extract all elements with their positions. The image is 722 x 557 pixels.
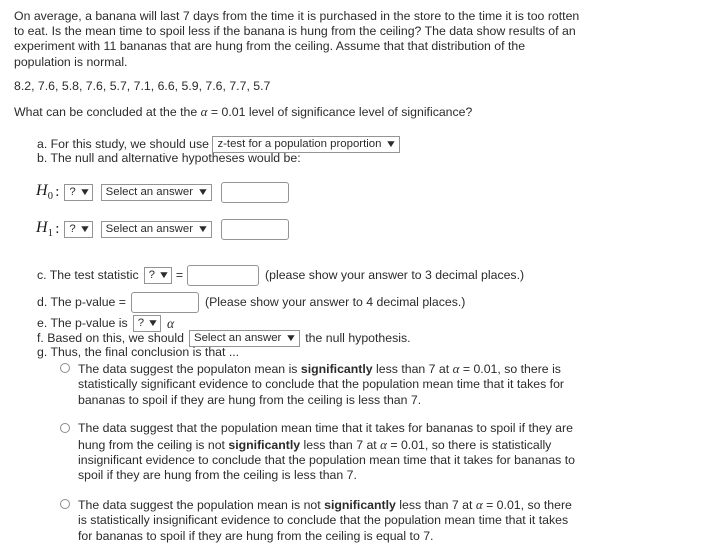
option-1-part1: The data suggest the populaton mean is (78, 362, 301, 376)
conclusion-option-3-text: The data suggest the population mean is … (78, 497, 580, 544)
alternative-hypothesis-parameter-value: ? (69, 223, 76, 235)
chevron-down-icon: ▼ (78, 187, 91, 198)
item-b-label: b. The null and alternative hypotheses w… (37, 151, 301, 165)
item-g: g. Thus, the final conclusion is that ..… (37, 345, 239, 361)
question-suffix: = 0.01 level of significance level of si… (207, 105, 473, 119)
item-f-label-after: the null hypothesis. (305, 330, 411, 345)
option-3-part1: The data suggest the population mean is … (78, 497, 325, 512)
null-hypothesis-row: H0 : ? ▼ Select an answer ▼ (36, 182, 289, 203)
p-value-input[interactable] (130, 292, 199, 313)
option-1-part2: less than 7 at (372, 362, 453, 376)
null-hypothesis-answer-select[interactable]: Select an answer ▼ (100, 184, 212, 201)
p-value-note: (Please show your answer to 4 decimal pl… (204, 294, 466, 309)
test-statistic-parameter-select[interactable]: ? ▼ (143, 267, 172, 284)
question-prefix: What can be concluded at the the (14, 105, 201, 119)
null-hypothesis-colon: : (55, 184, 60, 200)
chevron-down-icon: ▼ (385, 139, 398, 150)
item-d-label: d. The p-value = (37, 294, 126, 309)
test-statistic-input[interactable] (187, 265, 260, 286)
chevron-down-icon: ▼ (196, 187, 210, 198)
decision-select-value: Select an answer (193, 332, 282, 344)
option-2-part2: less than 7 at (300, 437, 381, 452)
null-hypothesis-answer-value: Select an answer (105, 186, 194, 198)
problem-statement: On average, a banana will last 7 days fr… (14, 9, 580, 69)
option-2-emphasis: significantly (228, 437, 301, 452)
conclusion-option-1[interactable]: The data suggest the populaton mean is s… (60, 361, 580, 408)
test-statistic-equals: = (175, 267, 184, 282)
radio-icon[interactable] (60, 363, 70, 373)
alternative-hypothesis-answer-value: Select an answer (105, 223, 194, 235)
h-subscript: 1 (47, 228, 54, 240)
chevron-down-icon: ▼ (285, 333, 298, 344)
item-g-label: g. Thus, the final conclusion is that ..… (37, 345, 240, 359)
conclusion-option-3[interactable]: The data suggest the population mean is … (60, 497, 580, 544)
alternative-hypothesis-row: H1 : ? ▼ Select an answer ▼ (36, 219, 289, 240)
significance-question: What can be concluded at the the α = 0.0… (14, 104, 472, 120)
alternative-hypothesis-colon: : (55, 221, 60, 237)
item-b: b. The null and alternative hypotheses w… (37, 151, 301, 167)
null-hypothesis-parameter-value: ? (69, 186, 76, 198)
data-values: 8.2, 7.6, 5.8, 7.6, 5.7, 7.1, 6.6, 5.9, … (14, 79, 271, 93)
chevron-down-icon: ▼ (78, 224, 91, 235)
option-3-part2: less than 7 at (395, 497, 476, 512)
chevron-down-icon: ▼ (196, 224, 210, 235)
h-subscript: 0 (47, 191, 54, 203)
alpha-symbol: α (166, 315, 175, 331)
problem-page: On average, a banana will last 7 days fr… (0, 0, 722, 546)
test-statistic-parameter-value: ? (148, 269, 155, 281)
alternative-hypothesis-parameter-select[interactable]: ? ▼ (64, 221, 93, 238)
item-e-label: e. The p-value is (37, 315, 128, 330)
test-statistic-note: (please show your answer to 3 decimal pl… (265, 267, 525, 282)
null-hypothesis-symbol: H0 (36, 182, 53, 202)
item-d: d. The p-value = (Please show your answe… (37, 292, 465, 313)
conclusion-option-2-text: The data suggest that the population mea… (78, 421, 580, 484)
option-3-emphasis: significantly (324, 497, 396, 512)
null-hypothesis-parameter-select[interactable]: ? ▼ (64, 184, 93, 201)
item-f-label-before: f. Based on this, we should (37, 330, 184, 345)
alpha-symbol: α (380, 436, 387, 452)
option-1-emphasis: significantly (300, 362, 373, 376)
alternative-hypothesis-symbol: H1 (36, 219, 53, 239)
conclusion-options: The data suggest the populaton mean is s… (60, 361, 580, 557)
alpha-symbol: α (475, 496, 483, 512)
radio-icon[interactable] (60, 498, 70, 509)
conclusion-option-2[interactable]: The data suggest that the population mea… (60, 421, 580, 484)
item-c: c. The test statistic ? ▼ = (please show … (37, 265, 524, 286)
alternative-hypothesis-answer-select[interactable]: Select an answer ▼ (100, 221, 212, 238)
chevron-down-icon: ▼ (157, 270, 171, 281)
test-type-select-value: z-test for a population proportion (217, 138, 382, 150)
chevron-down-icon: ▼ (146, 318, 160, 329)
item-c-label: c. The test statistic (37, 267, 139, 282)
h-symbol: H (36, 182, 48, 200)
h-symbol: H (36, 219, 48, 237)
radio-icon[interactable] (60, 423, 70, 434)
item-a-label: a. For this study, we should use (37, 136, 210, 151)
p-value-comparison-value: ? (137, 317, 145, 329)
null-hypothesis-value-input[interactable] (220, 182, 289, 203)
conclusion-option-1-text: The data suggest the populaton mean is s… (78, 361, 580, 408)
alternative-hypothesis-value-input[interactable] (220, 219, 289, 240)
